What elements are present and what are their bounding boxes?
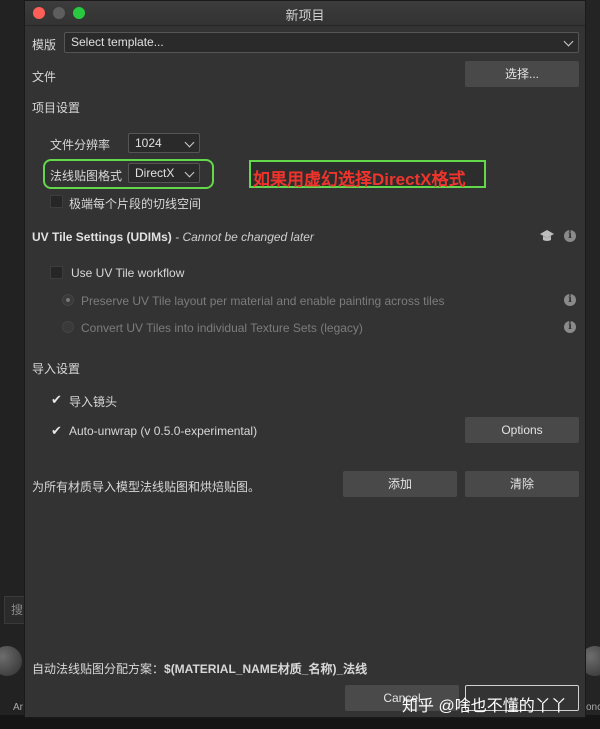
uv-tile-convert-label: Convert UV Tiles into individual Texture… xyxy=(81,321,363,335)
bake-maps-label: 为所有材质导入模型法线贴图和烘焙贴图。 xyxy=(32,480,261,494)
uv-tile-workflow-checkbox[interactable] xyxy=(50,266,63,279)
resolution-label: 文件分辨率 xyxy=(50,138,111,152)
auto-unwrap-label: Auto-unwrap (v 0.5.0-experimental) xyxy=(69,424,258,438)
chevron-down-icon xyxy=(184,137,195,148)
new-project-dialog: 新项目 模版 Select template... 文件 选择... 项目设置 … xyxy=(24,0,586,718)
tangent-space-checkbox[interactable] xyxy=(50,195,63,208)
info-icon[interactable]: i xyxy=(564,230,576,242)
resolution-select[interactable]: 1024 xyxy=(128,133,200,153)
normal-format-label: 法线贴图格式 xyxy=(50,169,123,183)
auto-unwrap-options-button[interactable]: Options xyxy=(465,417,579,443)
file-select-button[interactable]: 选择... xyxy=(465,61,579,87)
info-icon[interactable]: i xyxy=(564,321,576,333)
chevron-down-icon xyxy=(184,167,195,178)
window-title: 新项目 xyxy=(285,8,325,23)
import-cameras-checkbox[interactable]: ✔ xyxy=(50,393,63,406)
normal-format-select[interactable]: DirectX xyxy=(128,163,200,183)
background-app-right xyxy=(586,0,600,729)
template-label: 模版 xyxy=(32,38,57,52)
info-icon[interactable]: i xyxy=(564,294,576,306)
normal-naming-value: $(MATERIAL_NAME材质_名称)_法线 xyxy=(164,662,368,676)
resolution-select-value: 1024 xyxy=(135,136,162,150)
template-select-value: Select template... xyxy=(71,35,164,49)
uv-tile-preserve-label: Preserve UV Tile layout per material and… xyxy=(81,294,445,308)
uv-tile-heading: UV Tile Settings (UDIMs) - Cannot be cha… xyxy=(32,230,314,244)
uv-tile-preserve-radio[interactable] xyxy=(62,294,74,306)
normal-naming-scheme: 自动法线贴图分配方案：$(MATERIAL_NAME材质_名称)_法线 xyxy=(32,660,367,677)
title-bar: 新项目 xyxy=(25,1,585,26)
clear-maps-button[interactable]: 清除 xyxy=(465,471,579,497)
normal-format-select-value: DirectX xyxy=(135,166,175,180)
project-settings-heading: 项目设置 xyxy=(32,101,81,115)
normal-naming-label: 自动法线贴图分配方案： xyxy=(32,662,165,676)
uv-tile-convert-radio[interactable] xyxy=(62,321,74,333)
uv-tile-heading-title: UV Tile Settings (UDIMs) xyxy=(32,230,172,244)
template-select[interactable]: Select template... xyxy=(64,32,579,53)
tangent-space-label: 极端每个片段的切线空间 xyxy=(69,197,202,211)
chevron-down-icon xyxy=(563,36,574,47)
annotation-callout: 如果用虚幻选择DirectX格式 xyxy=(249,160,486,189)
import-settings-heading: 导入设置 xyxy=(32,362,81,376)
watermark: 知乎 @啥也不懂的丫丫 xyxy=(402,698,567,715)
background-thumbnail-label: Ar xyxy=(13,702,23,713)
import-cameras-label: 导入镜头 xyxy=(69,395,118,409)
uv-tile-workflow-label: Use UV Tile workflow xyxy=(71,266,185,280)
uv-tile-heading-note: - Cannot be changed later xyxy=(175,230,314,244)
add-maps-button[interactable]: 添加 xyxy=(343,471,457,497)
graduation-cap-icon[interactable] xyxy=(539,229,555,243)
auto-unwrap-checkbox[interactable]: ✔ xyxy=(50,424,63,437)
background-thumbnail-label: onc xyxy=(586,702,600,713)
radio-selected-dot xyxy=(66,298,70,302)
file-label: 文件 xyxy=(32,70,57,84)
annotation-callout-text: 如果用虚幻选择DirectX格式 xyxy=(253,170,466,189)
